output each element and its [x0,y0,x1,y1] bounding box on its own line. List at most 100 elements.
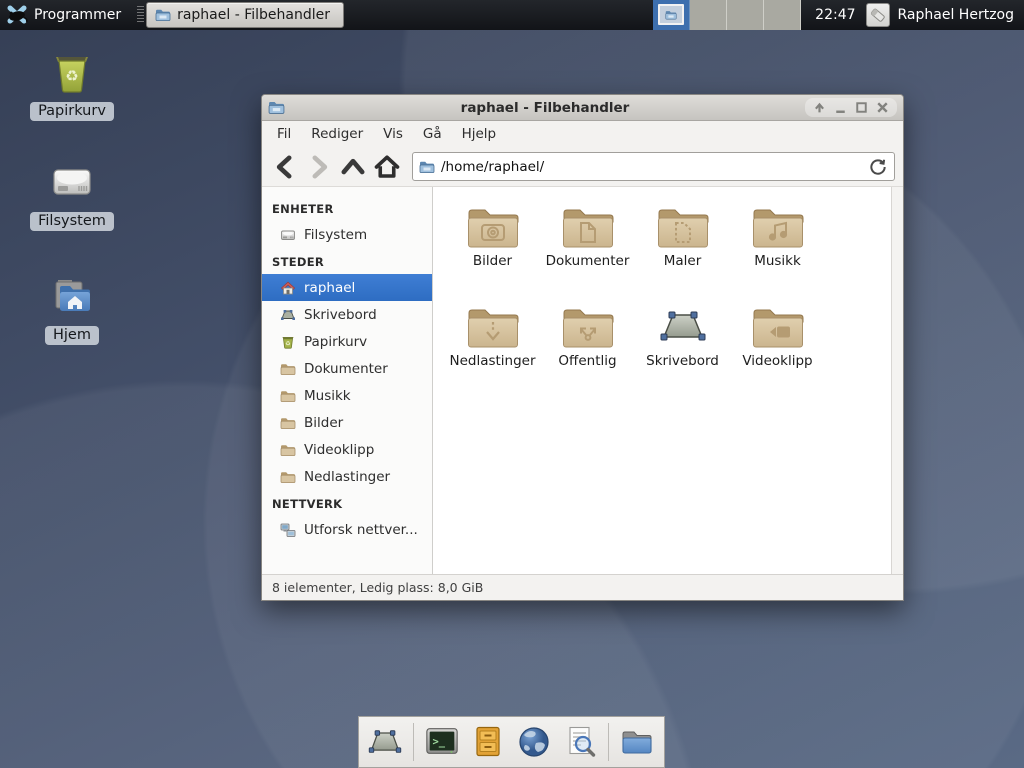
desktop-icon-hjem[interactable]: Hjem [20,272,124,345]
sidebar-item-label: Filsystem [304,227,367,243]
vertical-scrollbar[interactable] [891,187,903,574]
folder-camera-icon [467,203,519,249]
svg-text:♻: ♻ [65,67,78,85]
sidebar-item-label: Utforsk nettver... [304,522,418,538]
workspace-mini-window [658,4,684,25]
sidebar-item-label: Skrivebord [304,307,377,323]
file-skrivebord[interactable]: Skrivebord [635,303,730,403]
sidebar-section-steder: STEDER [262,248,432,274]
menu-vis[interactable]: Vis [374,123,412,145]
file-label: Maler [664,253,702,269]
drive-icon [280,227,296,243]
menu-hjelp[interactable]: Hjelp [453,123,506,145]
taskbar-window-label: raphael - Filbehandler [177,7,330,23]
file-grid: Bilder Dokumenter Maler Musikk Nedlastin… [433,187,903,403]
desktop-icon-label: Filsystem [30,212,114,231]
dock-globe-icon [516,725,552,759]
file-bilder[interactable]: Bilder [445,203,540,303]
taskbar-window-button[interactable]: raphael - Filbehandler [146,2,344,28]
sidebar-item-papirkurv[interactable]: ♻Papirkurv [262,328,432,355]
shade-button[interactable] [811,99,828,116]
sidebar-item-utforsk-nettver[interactable]: Utforsk nettver... [262,516,432,543]
file-maler[interactable]: Maler [635,203,730,303]
workspace-4[interactable] [764,0,801,30]
file-musikk[interactable]: Musikk [730,203,825,303]
folder-icon [280,388,296,404]
maximize-button[interactable] [853,99,870,116]
file-manager-window: raphael - Filbehandler FilRedigerVisGåHj… [261,94,904,601]
folder-download-icon [467,303,519,349]
user-name-label: Raphael Hertzog [898,7,1014,23]
sidebar-item-raphael[interactable]: raphael [262,274,432,301]
file-label: Videoklipp [742,353,812,369]
tasklist-grip[interactable] [137,6,144,24]
desktop-icon-label: Papirkurv [30,102,114,121]
desktop-icon-papirkurv[interactable]: ♻ Papirkurv [20,48,124,121]
file-label: Bilder [473,253,512,269]
workspace-2[interactable] [690,0,727,30]
location-bar[interactable]: /home/raphael/ [412,152,895,181]
file-dokumenter[interactable]: Dokumenter [540,203,635,303]
desktop-icon-label: Hjem [45,326,99,345]
menu-fil[interactable]: Fil [268,123,300,145]
menu-g[interactable]: Gå [414,123,451,145]
file-nedlastinger[interactable]: Nedlastinger [445,303,540,403]
dock-file-manager[interactable] [467,720,509,764]
home-large-icon [48,272,96,320]
home-icon [280,280,296,296]
close-button[interactable] [874,99,891,116]
applications-menu[interactable]: Programmer [34,7,127,23]
sidebar-section-enheter: ENHETER [262,195,432,221]
top-panel: Programmer raphael - Filbehandler 22:47 … [0,0,1024,30]
sidebar-item-musikk[interactable]: Musikk [262,382,432,409]
folder-icon [280,415,296,431]
workspace-switcher [653,0,801,30]
user-actions-icon [869,6,887,24]
dock-terminal-icon: >_ [424,725,460,759]
dock-directory-menu[interactable] [616,720,658,764]
back-button[interactable] [270,152,300,182]
home-button[interactable] [372,152,402,182]
window-folder-icon [664,9,678,21]
sidebar-item-label: Nedlastinger [304,469,390,485]
forward-button[interactable] [304,152,334,182]
desktop-large-icon [657,303,709,349]
desktop-icon-filsystem[interactable]: Filsystem [20,158,124,231]
sidebar-item-nedlastinger[interactable]: Nedlastinger [262,463,432,490]
sidebar-item-label: raphael [304,280,355,296]
up-button[interactable] [338,152,368,182]
drive-large-icon [48,158,96,206]
file-videoklipp[interactable]: Videoklipp [730,303,825,403]
folder-template-icon [657,203,709,249]
window-icon [268,99,285,116]
sidebar-item-label: Musikk [304,388,351,404]
dock-show-desktop[interactable] [364,720,406,764]
svg-text:♻: ♻ [285,340,290,347]
file-view[interactable]: Bilder Dokumenter Maler Musikk Nedlastin… [433,187,903,574]
reload-button[interactable] [868,157,888,177]
dock-separator [608,723,609,761]
titlebar[interactable]: raphael - Filbehandler [262,95,903,121]
folder-share-icon [562,303,614,349]
sidebar-item-filsystem[interactable]: Filsystem [262,221,432,248]
minimize-button[interactable] [832,99,849,116]
location-text[interactable]: /home/raphael/ [441,159,862,175]
dock-web-browser[interactable] [513,720,555,764]
clock[interactable]: 22:47 [815,7,855,23]
statusbar-text: 8 ielementer, Ledig plass: 8,0 GiB [272,580,483,595]
sidebar-item-skrivebord[interactable]: Skrivebord [262,301,432,328]
toolbar: /home/raphael/ [262,147,903,187]
sidebar-item-dokumenter[interactable]: Dokumenter [262,355,432,382]
workspace-1[interactable] [653,0,690,30]
workspace-3[interactable] [727,0,764,30]
sidebar: ENHETER Filsystem STEDER raphael Skrivebord ♻… [262,187,433,574]
menu-rediger[interactable]: Rediger [302,123,372,145]
user-actions-button[interactable] [866,3,890,27]
sidebar-item-bilder[interactable]: Bilder [262,409,432,436]
dock-application-finder[interactable] [559,720,601,764]
folder-music-icon [752,203,804,249]
sidebar-item-videoklipp[interactable]: Videoklipp [262,436,432,463]
file-offentlig[interactable]: Offentlig [540,303,635,403]
dock-terminal-emulator[interactable]: >_ [421,720,463,764]
folder-icon [280,442,296,458]
